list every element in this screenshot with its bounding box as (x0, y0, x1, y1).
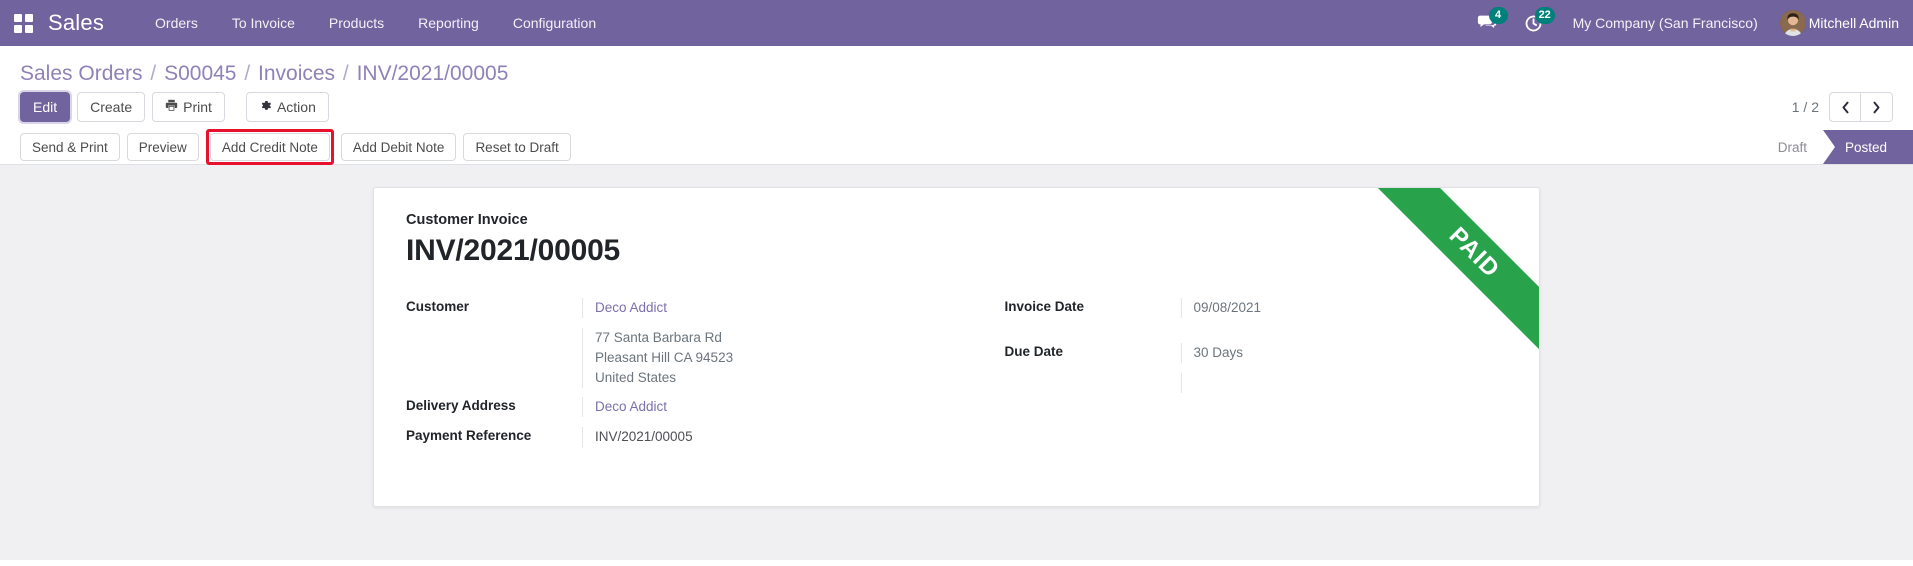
breadcrumb-separator: / (341, 62, 351, 85)
field-delivery-address: Delivery Address Deco Addict (406, 397, 957, 418)
address-line-3: United States (595, 368, 957, 388)
pager-value: 1 / 2 (1792, 99, 1819, 115)
field-customer-value[interactable]: Deco Addict (582, 298, 957, 318)
field-customer: Customer Deco Addict (406, 298, 957, 319)
field-delivery-address-label: Delivery Address (406, 397, 582, 413)
app-brand-sales[interactable]: Sales (48, 10, 104, 36)
control-panel: Sales Orders / S00045 / Invoices / INV/2… (0, 46, 1913, 165)
field-customer-address: 77 Santa Barbara Rd Pleasant Hill CA 945… (406, 328, 957, 388)
print-button[interactable]: Print (152, 92, 225, 122)
company-switcher[interactable]: My Company (San Francisco) (1557, 15, 1774, 31)
printer-icon (165, 98, 178, 116)
field-due-date-label: Due Date (1005, 343, 1181, 359)
field-right-spacer (1005, 373, 1508, 459)
form-view-background: PAID Customer Invoice INV/2021/00005 Cus… (0, 165, 1913, 560)
messages-icon[interactable]: 4 (1465, 0, 1511, 46)
pager: 1 / 2 (1792, 92, 1893, 122)
breadcrumb-item-invoices[interactable]: Invoices (258, 62, 335, 85)
breadcrumb-item-sales-orders[interactable]: Sales Orders (20, 62, 143, 85)
chevron-left-icon[interactable] (1829, 92, 1861, 122)
sheet-wrapper: PAID Customer Invoice INV/2021/00005 Cus… (0, 165, 1913, 507)
sheet-subtitle: Customer Invoice (406, 212, 1507, 228)
field-invoice-date-label: Invoice Date (1005, 298, 1181, 314)
menu-item-to-invoice[interactable]: To Invoice (215, 0, 312, 46)
breadcrumb: Sales Orders / S00045 / Invoices / INV/2… (0, 46, 1913, 92)
print-button-label: Print (183, 98, 212, 116)
field-customer-address-label (406, 328, 582, 329)
add-debit-note-button[interactable]: Add Debit Note (341, 133, 457, 161)
top-navbar: Sales Orders To Invoice Products Reporti… (0, 0, 1913, 46)
field-payment-reference-label: Payment Reference (406, 427, 582, 443)
apps-grid-icon[interactable] (0, 0, 46, 46)
field-payment-reference: Payment Reference INV/2021/00005 (406, 427, 957, 448)
send-and-print-button[interactable]: Send & Print (20, 133, 120, 161)
breadcrumb-item-current: INV/2021/00005 (357, 62, 509, 85)
action-button[interactable]: Action (246, 92, 329, 122)
add-credit-note-button[interactable]: Add Credit Note (210, 133, 330, 161)
statusbar: Draft Posted (1756, 130, 1913, 164)
fields-left-column: Customer Deco Addict 77 Santa Barbara Rd… (406, 298, 957, 468)
field-due-date-value[interactable]: 30 Days (1181, 343, 1508, 363)
menu-item-configuration[interactable]: Configuration (496, 0, 613, 46)
breadcrumb-separator: / (148, 62, 158, 85)
field-invoice-date-value[interactable]: 09/08/2021 (1181, 298, 1508, 318)
statusbar-stage-posted[interactable]: Posted (1823, 130, 1913, 164)
menu-item-reporting[interactable]: Reporting (401, 0, 496, 46)
reset-to-draft-button[interactable]: Reset to Draft (463, 133, 570, 161)
page-title: INV/2021/00005 (406, 234, 1507, 268)
breadcrumb-separator: / (242, 62, 252, 85)
invoice-fields: Customer Deco Addict 77 Santa Barbara Rd… (406, 298, 1507, 468)
field-customer-label: Customer (406, 298, 582, 314)
address-line-2: Pleasant Hill CA 94523 (595, 348, 957, 368)
field-payment-reference-value[interactable]: INV/2021/00005 (582, 427, 957, 447)
main-menu: Orders To Invoice Products Reporting Con… (138, 0, 613, 46)
messages-count-badge: 4 (1489, 7, 1508, 24)
breadcrumb-item-s00045[interactable]: S00045 (164, 62, 236, 85)
gear-icon (259, 98, 272, 116)
action-button-label: Action (277, 98, 316, 116)
address-line-1: 77 Santa Barbara Rd (595, 328, 957, 348)
activity-clock-icon[interactable]: 22 (1511, 0, 1557, 46)
field-invoice-date: Invoice Date 09/08/2021 (1005, 298, 1508, 319)
field-due-date: Due Date 30 Days (1005, 343, 1508, 364)
menu-item-orders[interactable]: Orders (138, 0, 215, 46)
add-credit-note-highlight: Add Credit Note (206, 129, 334, 165)
status-button-row: Send & Print Preview Add Credit Note Add… (0, 130, 1913, 164)
pager-buttons (1829, 92, 1893, 122)
field-delivery-address-value[interactable]: Deco Addict (582, 397, 957, 417)
chevron-right-icon[interactable] (1861, 92, 1893, 122)
navbar-right: 4 22 My Company (San Francisco) Mitchell… (1465, 0, 1899, 46)
invoice-sheet: PAID Customer Invoice INV/2021/00005 Cus… (373, 187, 1540, 507)
field-customer-address-value[interactable]: 77 Santa Barbara Rd Pleasant Hill CA 945… (582, 328, 957, 388)
menu-item-products[interactable]: Products (312, 0, 401, 46)
user-menu[interactable]: Mitchell Admin (1774, 10, 1899, 36)
user-name: Mitchell Admin (1809, 15, 1899, 31)
statusbar-stage-draft[interactable]: Draft (1756, 130, 1823, 164)
activities-count-badge: 22 (1535, 7, 1555, 24)
avatar (1780, 10, 1806, 36)
edit-button[interactable]: Edit (20, 92, 70, 122)
fields-right-column: Invoice Date 09/08/2021 Due Date 30 Days (957, 298, 1508, 468)
create-button[interactable]: Create (77, 92, 145, 122)
preview-button[interactable]: Preview (127, 133, 199, 161)
record-toolbar: Edit Create Print Action 1 / 2 (0, 92, 1913, 130)
